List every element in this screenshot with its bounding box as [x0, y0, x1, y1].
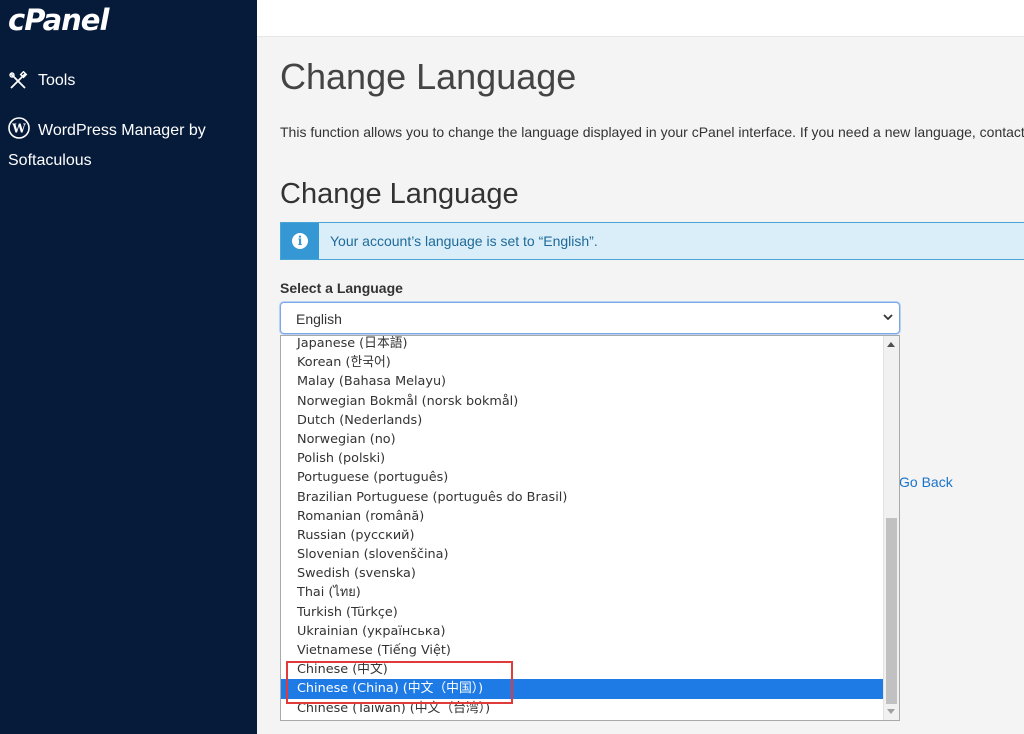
info-alert: i Your account’s language is set to “Eng…	[280, 222, 1024, 260]
tools-icon	[9, 71, 28, 89]
cpanel-logo[interactable]: cPanel	[8, 3, 109, 37]
page-description: This function allows you to change the l…	[280, 124, 1024, 140]
dropdown-option[interactable]: Vietnamese (Tiếng Việt)	[281, 641, 884, 660]
sidebar-item-wordpress-manager[interactable]: W WordPress Manager by Softaculous	[8, 116, 248, 176]
top-bar	[257, 0, 1024, 37]
alert-icon-box: i	[281, 223, 319, 259]
dropdown-option[interactable]: Chinese (Taiwan) (中文（台湾）)	[281, 699, 884, 718]
scrollbar-thumb[interactable]	[886, 518, 897, 704]
dropdown-option[interactable]: Russian (русский)	[281, 526, 884, 545]
dropdown-scrollbar[interactable]	[883, 336, 899, 720]
chevron-down-icon	[883, 314, 893, 321]
info-icon: i	[292, 233, 308, 249]
main-content: Change Language This function allows you…	[257, 0, 1024, 734]
dropdown-option[interactable]: Japanese (日本語)	[281, 336, 884, 353]
scroll-down-arrow-icon[interactable]	[887, 709, 895, 714]
dropdown-option[interactable]: Turkish (Türkçe)	[281, 603, 884, 622]
select-language-label: Select a Language	[280, 280, 403, 296]
dropdown-option[interactable]: Chinese (China) (中文（中国）)	[281, 679, 884, 699]
svg-text:W: W	[11, 122, 26, 136]
dropdown-option[interactable]: Romanian (română)	[281, 507, 884, 526]
dropdown-option[interactable]: Thai (ไทย)	[281, 583, 884, 602]
language-select-value: English	[296, 311, 342, 327]
language-dropdown-list[interactable]: Japanese (日本語) Korean (한국어) Malay (Bahasa …	[280, 335, 900, 721]
sidebar-item-tools[interactable]: Tools	[8, 71, 75, 91]
dropdown-option[interactable]: Brazilian Portuguese (português do Brasi…	[281, 488, 884, 507]
dropdown-option[interactable]: Dutch (Nederlands)	[281, 411, 884, 430]
go-back-link[interactable]: Go Back	[899, 474, 953, 490]
dropdown-option[interactable]: Korean (한국어)	[281, 353, 884, 372]
alert-text: Your account’s language is set to “Engli…	[330, 233, 598, 249]
scroll-up-arrow-icon[interactable]	[887, 342, 895, 347]
language-select[interactable]: English	[280, 302, 900, 334]
dropdown-option[interactable]: Norwegian (no)	[281, 430, 884, 449]
dropdown-option[interactable]: Polish (polski)	[281, 449, 884, 468]
dropdown-options: Japanese (日本語) Korean (한국어) Malay (Bahasa …	[281, 336, 884, 718]
dropdown-option[interactable]: Norwegian Bokmål (norsk bokmål)	[281, 392, 884, 411]
dropdown-option[interactable]: Ukrainian (українська)	[281, 622, 884, 641]
dropdown-option[interactable]: Chinese (中文)	[281, 660, 884, 679]
dropdown-option[interactable]: Slovenian (slovenščina)	[281, 545, 884, 564]
section-title: Change Language	[280, 178, 519, 210]
sidebar-item-label: Tools	[38, 72, 76, 89]
sidebar-item-label: WordPress Manager by Softaculous	[8, 122, 206, 169]
dropdown-option[interactable]: Malay (Bahasa Melayu)	[281, 372, 884, 391]
dropdown-option[interactable]: Swedish (svenska)	[281, 564, 884, 583]
dropdown-option[interactable]: Portuguese (português)	[281, 468, 884, 487]
page-title: Change Language	[280, 56, 577, 97]
sidebar: cPanel Tools W WordPress Manager by Soft…	[0, 0, 257, 734]
wordpress-icon: W	[8, 117, 30, 139]
